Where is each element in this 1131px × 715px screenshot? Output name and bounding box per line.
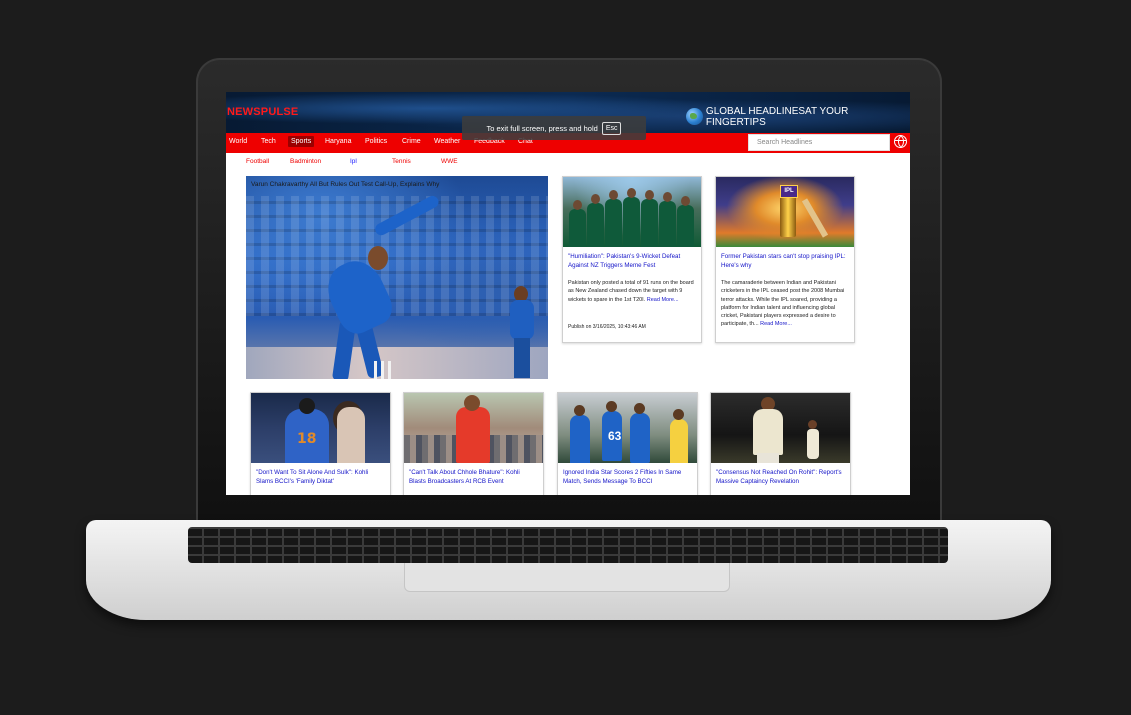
nav-item-weather[interactable]: Weather [434,138,460,145]
jersey-number: 63 [608,429,622,443]
jersey-number: 18 [297,431,317,447]
nav-item-politics[interactable]: Politics [365,138,387,145]
article-card[interactable]: 63 Ignored India Star Scores 2 Fifties I… [557,392,698,495]
ipl-badge: IPL [780,185,798,198]
fielder-figure [504,286,540,378]
nav-item-sports[interactable]: Sports [288,136,315,147]
article-card[interactable]: IPL Former Pakistan stars can't stop pra… [715,176,855,343]
article-title[interactable]: "Can't Talk About Chhole Bhature": Kohli… [409,468,538,486]
nav-item-haryana[interactable]: Haryana [325,138,351,145]
laptop-keyboard [188,527,948,563]
globe-icon [686,107,703,125]
subnav-ipl[interactable]: Ipl [350,158,357,165]
hero-title[interactable]: Varun Chakravarthy All But Rules Out Tes… [251,181,439,188]
esc-key-hint: Esc [601,121,622,135]
article-card[interactable]: "Humiliation": Pakistan's 9-Wicket Defea… [562,176,702,343]
article-title[interactable]: "Consensus Not Reached On Rohit": Report… [716,468,845,486]
article-image [711,393,850,463]
article-card[interactable]: "Consensus Not Reached On Rohit": Report… [710,392,851,495]
nav-item-crime[interactable]: Crime [402,138,421,145]
fullscreen-exit-toast: To exit full screen, press and hold Esc [462,116,646,140]
read-more-link[interactable]: Read More... [760,321,792,327]
hero-article[interactable]: Varun Chakravarthy All But Rules Out Tes… [246,176,548,379]
stumps [374,361,394,379]
article-image: 18 [251,393,390,463]
article-card[interactable]: "Can't Talk About Chhole Bhature": Kohli… [403,392,544,495]
publish-date: Publish on 3/16/2025, 10:43:46 AM [568,324,646,330]
language-globe-icon[interactable] [894,135,907,148]
subnav-wwe[interactable]: WWE [441,158,458,165]
article-title[interactable]: "Don't Want To Sit Alone And Sulk": Kohl… [256,468,385,486]
article-summary: The camaraderie between Indian and Pakis… [721,279,851,329]
browser-screen: NEWSPULSE GLOBAL HEADLINESAT YOUR FINGER… [226,92,910,495]
bowler-figure [306,193,441,379]
article-title[interactable]: Ignored India Star Scores 2 Fifties In S… [563,468,692,486]
article-image: 63 [558,393,697,463]
toast-text: To exit full screen, press and hold [486,123,598,133]
article-summary: Pakistan only posted a total of 91 runs … [568,279,698,304]
subnav-football[interactable]: Football [246,158,269,165]
article-title[interactable]: Former Pakistan stars can't stop praisin… [721,252,849,270]
article-image: IPL [716,177,854,247]
search-input[interactable]: Search Headlines [748,134,890,151]
article-title[interactable]: "Humiliation": Pakistan's 9-Wicket Defea… [568,252,696,270]
article-card[interactable]: 18 "Don't Want To Sit Alone And Sulk": K… [250,392,391,495]
subnav-badminton[interactable]: Badminton [290,158,321,165]
laptop-trackpad [404,563,730,592]
site-brand-logo[interactable]: NEWSPULSE [227,106,298,118]
site-tagline: GLOBAL HEADLINESAT YOUR FINGERTIPS [686,106,910,128]
read-more-link[interactable]: Read More... [647,297,679,303]
subnav-tennis[interactable]: Tennis [392,158,411,165]
article-image [563,177,701,247]
article-image [404,393,543,463]
nav-item-tech[interactable]: Tech [261,138,276,145]
tagline-text: GLOBAL HEADLINESAT YOUR FINGERTIPS [705,106,849,128]
nav-item-world[interactable]: World [229,138,247,145]
